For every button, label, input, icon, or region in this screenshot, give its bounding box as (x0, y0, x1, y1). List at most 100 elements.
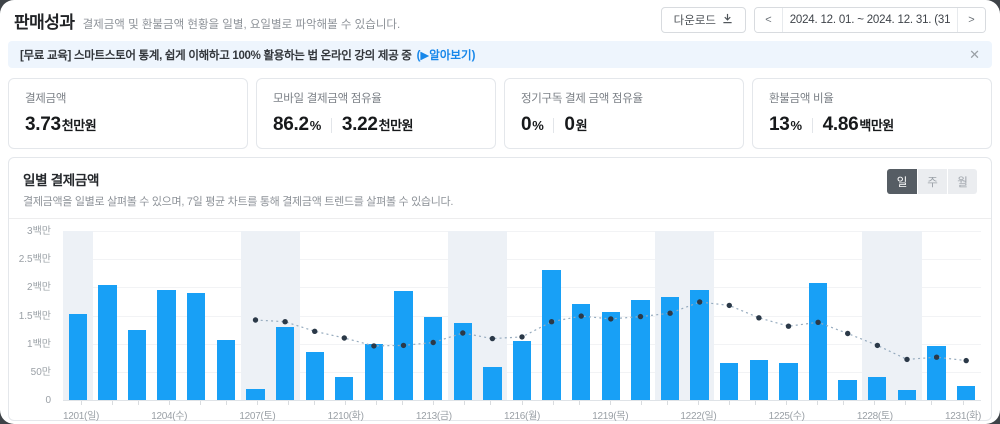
x-axis-tick (345, 401, 347, 405)
stat-card-row: 결제금액 3.73 천만원 모바일 결제금액 점유율 86.2 % 3.22 천… (8, 78, 992, 149)
x-axis-tick (111, 401, 113, 405)
y-axis-tick-label: 50만 (30, 366, 51, 378)
x-axis-tick-label: 1219(목) (592, 411, 629, 422)
avg-dot (667, 310, 673, 316)
avg-dot (252, 317, 259, 323)
avg-dot (637, 313, 644, 320)
toggle-weekly[interactable]: 주 (917, 169, 947, 194)
download-button[interactable]: 다운로드 (660, 7, 746, 33)
x-axis-tick (728, 401, 730, 405)
stat-label: 결제금액 (25, 93, 67, 105)
stat-divider (553, 117, 555, 133)
x-axis-tick (402, 401, 404, 405)
x-axis-tick (874, 401, 876, 405)
stat-label: 정기구독 결제 금액 점유율 (521, 93, 643, 105)
avg-dot (312, 328, 318, 334)
chart-header-texts: 일별 결제금액 결제금액을 일별로 살펴볼 수 있으며, 7일 평균 차트를 통… (23, 169, 453, 209)
next-period-button[interactable]: > (957, 8, 985, 32)
sales-performance-page: 판매성과 결제금액 및 환불금액 현황을 일별, 요일별로 파악해볼 수 있습니… (0, 0, 1000, 424)
y-axis-tick-label: 1백만 (27, 338, 51, 350)
x-axis-cell (540, 401, 566, 422)
x-axis-tick-label: 1225(수) (768, 411, 805, 422)
x-axis-tick (552, 401, 554, 405)
avg-dot (371, 343, 377, 349)
x-axis-tick (490, 401, 492, 405)
x-axis-tick (843, 401, 845, 405)
stat-label: 모바일 결제금액 점유율 (273, 93, 382, 105)
stat-values: 86.2 % 3.22 천만원 (273, 114, 479, 136)
avg-dot (963, 357, 969, 364)
prev-period-button[interactable]: < (755, 8, 783, 32)
x-axis-cell: 1204(수) (151, 401, 188, 422)
x-axis-cell (893, 401, 919, 422)
x-axis-tick (786, 401, 788, 405)
x-axis-cell (302, 401, 328, 422)
avg-line-overlay (252, 299, 969, 364)
avg-dot (282, 319, 288, 325)
x-axis-tick (256, 401, 258, 405)
y-axis-tick-label: 1.5백만 (18, 310, 51, 322)
promo-notice-link[interactable]: (▶알아보기) (417, 47, 476, 63)
x-axis-tick-label: 1231(화) (945, 411, 982, 422)
avg-dot (904, 356, 910, 363)
y-axis-tick-label: 0 (45, 395, 51, 406)
notice-close-icon[interactable]: ✕ (969, 48, 980, 61)
stat-unit: 천만원 (378, 118, 414, 133)
x-axis-tick (80, 401, 82, 405)
avg-dot (845, 330, 851, 337)
x-axis-cell (716, 401, 742, 422)
stat-divider (811, 117, 813, 133)
x-axis-tick (817, 401, 819, 405)
x-axis-tick-label: 1213(금) (415, 411, 452, 422)
x-axis-cell (478, 401, 504, 422)
page-subtitle: 결제금액 및 환불금액 현황을 일별, 요일별로 파악해볼 수 있습니다. (82, 18, 401, 31)
x-axis-cell: 1225(수) (769, 401, 805, 422)
stat-values: 0 % 0 원 (521, 114, 727, 136)
date-range-label[interactable]: 2024. 12. 01. ~ 2024. 12. 31. (31일) (783, 8, 957, 32)
chart-title: 일별 결제금액 (23, 173, 100, 188)
promo-notice-banner: [무료 교육] 스마트스토어 통계, 쉽게 이해하고 100% 활용하는 법 온… (8, 41, 992, 68)
avg-dot (578, 313, 584, 319)
x-axis-cell: 1210(화) (328, 401, 364, 422)
promo-notice-text: [무료 교육] 스마트스토어 통계, 쉽게 이해하고 100% 활용하는 법 온… (20, 49, 412, 62)
x-axis-tick (609, 401, 611, 405)
stat-unit: 천만원 (61, 118, 97, 133)
download-button-label: 다운로드 (673, 15, 716, 27)
stat-values: 3.73 천만원 (25, 114, 231, 136)
x-axis-cell: 1219(목) (592, 401, 629, 422)
stat-card-subscription-share: 정기구독 결제 금액 점유율 0 % 0 원 (504, 78, 744, 149)
avg-dot (430, 339, 436, 346)
x-axis-tick (905, 401, 907, 405)
x-axis-cell (390, 401, 416, 422)
x-axis-cell (628, 401, 654, 422)
x-axis-tick (376, 401, 378, 405)
avg-dot (933, 354, 940, 360)
x-axis-tick (464, 401, 466, 405)
toggle-daily[interactable]: 일 (887, 169, 917, 194)
avg-dot (519, 334, 525, 340)
x-axis-cell: 1213(금) (416, 401, 452, 422)
x-axis-cell (99, 401, 125, 422)
x-axis-cell (187, 401, 213, 422)
x-axis-tick (433, 401, 435, 405)
x-axis-tick (314, 401, 316, 405)
x-axis-cell (125, 401, 151, 422)
avg-dot (460, 330, 466, 336)
x-axis-tick (755, 401, 757, 405)
toggle-monthly[interactable]: 월 (947, 169, 977, 194)
stat-percent-unit: % (532, 118, 544, 133)
chart-body: 3백만 2.5백만 2백만 1.5백만 1백만 50만 0 1201(일) 1204(수) 12… (9, 219, 991, 424)
date-range-navigator: < 2024. 12. 01. ~ 2024. 12. 31. (31일) > (754, 7, 986, 33)
x-axis-tick-label: 1228(토) (856, 411, 893, 422)
stat-value: 3.73 (25, 114, 61, 135)
x-axis-tick-label: 1216(월) (504, 411, 541, 422)
stat-unit: 백만원 (859, 118, 894, 133)
download-icon (722, 13, 733, 27)
x-axis-cell (566, 401, 592, 422)
stat-percent: 13 (769, 114, 790, 135)
stat-card-refund-ratio: 환불금액 비율 13 % 4.86 백만원 (752, 78, 992, 149)
stat-card-mobile-share: 모바일 결제금액 점유율 86.2 % 3.22 천만원 (256, 78, 496, 149)
stat-value: 4.86 (822, 114, 859, 135)
stat-value: 3.22 (341, 114, 378, 135)
avg-dot (548, 319, 555, 325)
